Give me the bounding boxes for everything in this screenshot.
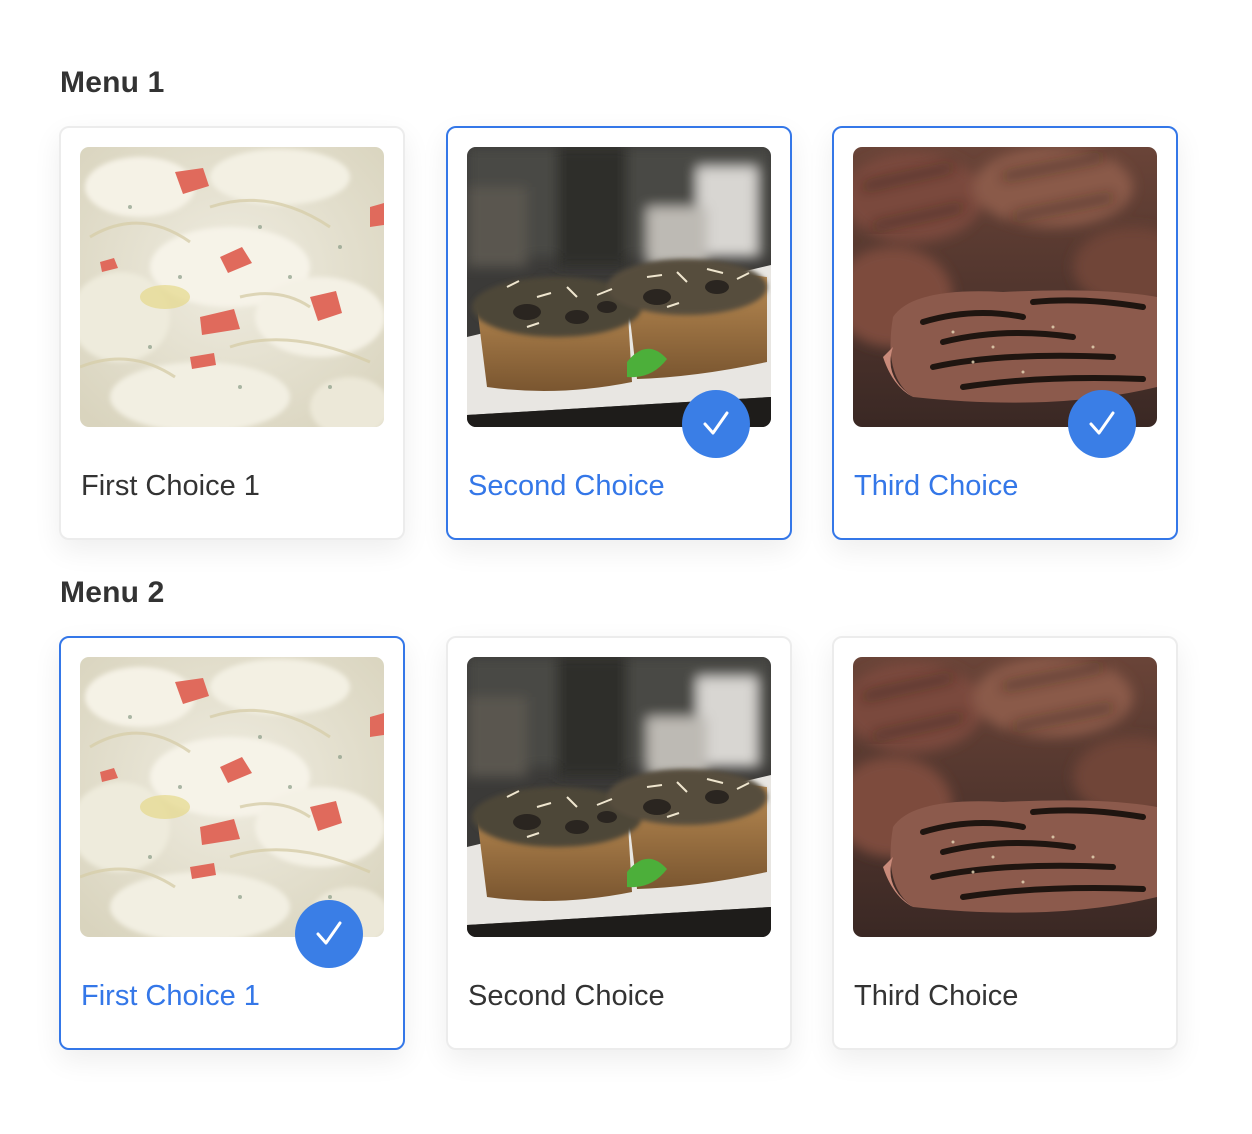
option-label: First Choice 1	[81, 470, 260, 502]
option-label: Third Choice	[854, 470, 1019, 502]
steak-photo	[853, 657, 1157, 937]
menu-option-card[interactable]: Second Choice	[446, 126, 792, 540]
bruschetta-photo	[467, 657, 771, 937]
steak-photo	[853, 147, 1157, 427]
menu-option-card[interactable]: First Choice 1	[59, 126, 405, 540]
menu-option-card[interactable]: Third Choice	[832, 636, 1178, 1050]
menu-title: Menu 2	[60, 576, 165, 609]
checkmark-icon	[295, 900, 363, 968]
option-label: Second Choice	[468, 470, 665, 502]
bruschetta-photo	[467, 147, 771, 427]
option-label: Second Choice	[468, 980, 665, 1012]
menu-option-card[interactable]: First Choice 1	[59, 636, 405, 1050]
ravioli-photo	[80, 147, 384, 427]
menu-title: Menu 1	[60, 66, 165, 99]
option-label: First Choice 1	[81, 980, 260, 1012]
ravioli-photo	[80, 657, 384, 937]
menu-option-card[interactable]: Third Choice	[832, 126, 1178, 540]
option-label: Third Choice	[854, 980, 1019, 1012]
checkmark-icon	[682, 390, 750, 458]
checkmark-icon	[1068, 390, 1136, 458]
menu-option-card[interactable]: Second Choice	[446, 636, 792, 1050]
